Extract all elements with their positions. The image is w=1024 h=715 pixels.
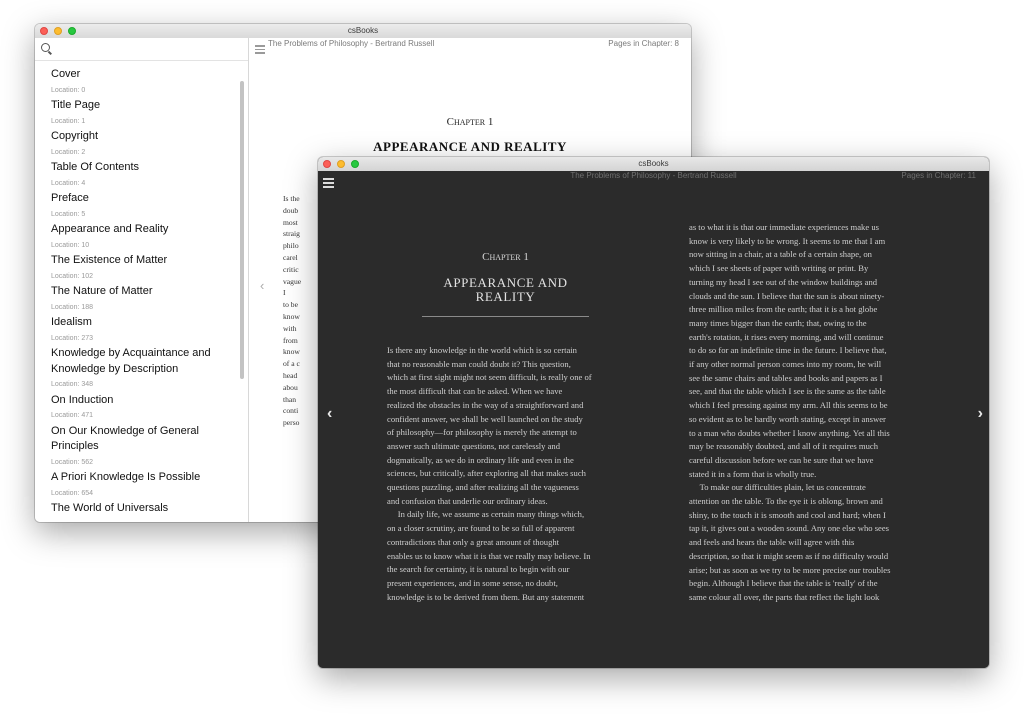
toc-item[interactable]: Appearance and Reality Location: 10: [51, 222, 236, 253]
toc-item-location: Location: 10: [51, 241, 90, 249]
dark-reader-window: csBooks The Problems of Philosophy - Ber…: [318, 157, 989, 668]
dark-reader-pane: The Problems of Philosophy - Bertrand Ru…: [318, 171, 989, 668]
toc-sidebar: Cover Location: 0 Title Page Location: 1 Cop…: [35, 38, 249, 522]
window-titlebar[interactable]: csBooks: [35, 24, 691, 39]
pages-in-chapter: Pages in Chapter: 11: [901, 171, 976, 180]
toc-item[interactable]: Idealism Location: 273: [51, 315, 236, 346]
chapter-label: Chapter 1: [482, 251, 529, 263]
toc-item-location: Location: 471: [51, 412, 94, 419]
chevron-right-icon[interactable]: ›: [978, 405, 983, 423]
book-header-title: The Problems of Philosophy - Bertrand Ru…: [570, 171, 737, 180]
toc-item-location: Location: 273: [51, 334, 94, 342]
hamburger-menu-icon[interactable]: [255, 45, 265, 56]
zoom-window-button[interactable]: [68, 27, 76, 35]
book-header-title: The Problems of Philosophy - Bertrand Ru…: [268, 39, 435, 48]
toc-item-location: Location: 562: [51, 458, 94, 466]
toc-item-title: A Priori Knowledge Is Possible: [51, 471, 201, 483]
toc-item-title: Appearance and Reality: [51, 223, 169, 235]
minimize-window-button[interactable]: [337, 160, 345, 168]
toc-item-title: Preface: [51, 192, 89, 204]
close-window-button[interactable]: [40, 27, 48, 35]
toc-item[interactable]: The World of Universals: [51, 501, 236, 517]
toc-item-location: Location: 1: [51, 117, 86, 125]
toc-item-location: Location: 102: [51, 272, 94, 280]
toc-item-title: The Nature of Matter: [51, 285, 153, 297]
toc-item[interactable]: Title Page Location: 1: [51, 98, 236, 129]
toc-item[interactable]: The Existence of Matter Location: 102: [51, 253, 236, 284]
toc-item-title: The World of Universals: [51, 502, 169, 514]
chapter-divider: [422, 316, 589, 317]
toc-list: Cover Location: 0 Title Page Location: 1 Cop…: [51, 67, 236, 517]
page-text-fragment: Is the doub most straig philo carel crit…: [283, 194, 302, 428]
toc-item[interactable]: Cover Location: 0: [51, 67, 236, 98]
toc-item-title: On Induction: [51, 393, 114, 406]
toc-item[interactable]: The Nature of Matter Location: 188: [51, 284, 236, 315]
toc-item-title: Title Page: [51, 99, 101, 111]
toc-item-location: Location: 4: [51, 179, 86, 187]
chevron-left-icon[interactable]: ‹: [327, 405, 332, 423]
toc-item[interactable]: Copyright Location: 2: [51, 129, 236, 160]
left-page-text: Is there any knowledge in the world whic…: [387, 345, 592, 602]
toc-item-title: The Existence of Matter: [51, 254, 168, 266]
toc-item[interactable]: On Induction Location: 471: [51, 393, 236, 424]
window-title: csBooks: [347, 26, 379, 35]
toc-item[interactable]: Preface Location: 5: [51, 191, 236, 222]
search-icon: [41, 43, 50, 52]
toc-item-title: Knowledge by Acquaintance and Knowledge …: [51, 347, 211, 375]
toc-item[interactable]: Knowledge by Acquaintance and Knowledge …: [51, 346, 236, 393]
chevron-left-icon[interactable]: ‹: [260, 278, 264, 293]
search-field[interactable]: [35, 38, 248, 61]
toc-item-location: Location: 5: [51, 210, 86, 218]
toc-item-location: Location: 348: [51, 381, 94, 388]
toc-item-location: Location: 654: [51, 489, 94, 497]
right-page-text: as to what it is that our immediate expe…: [689, 222, 891, 602]
window-title: csBooks: [638, 159, 669, 168]
toc-item[interactable]: Table Of Contents Location: 4: [51, 160, 236, 191]
toc-item-title: Table Of Contents: [51, 161, 140, 173]
toc-item-title: Copyright: [51, 130, 99, 142]
toc-item-location: Location: 2: [51, 148, 86, 156]
toc-scrollbar[interactable]: [240, 81, 244, 379]
toc-item-title: Idealism: [51, 316, 92, 328]
toc-item-location: Location: 188: [51, 303, 94, 311]
toc-item-title: Cover: [51, 68, 81, 80]
window-titlebar[interactable]: csBooks: [318, 157, 989, 172]
close-window-button[interactable]: [323, 160, 331, 168]
pages-in-chapter: Pages in Chapter: 8: [608, 39, 679, 48]
zoom-window-button[interactable]: [351, 160, 359, 168]
toc-item-location: Location: 0: [51, 86, 86, 94]
chapter-title: APPEARANCE AND REALITY: [443, 275, 568, 304]
toc-item[interactable]: On Our Knowledge of General Principles Lo…: [51, 424, 236, 471]
toc-item[interactable]: A Priori Knowledge Is Possible Location: …: [51, 470, 236, 501]
chapter-title: APPEARANCE AND REALITY: [373, 139, 567, 154]
minimize-window-button[interactable]: [54, 27, 62, 35]
toc-item-title: On Our Knowledge of General Principles: [51, 424, 199, 453]
chapter-label: Chapter 1: [446, 116, 494, 128]
